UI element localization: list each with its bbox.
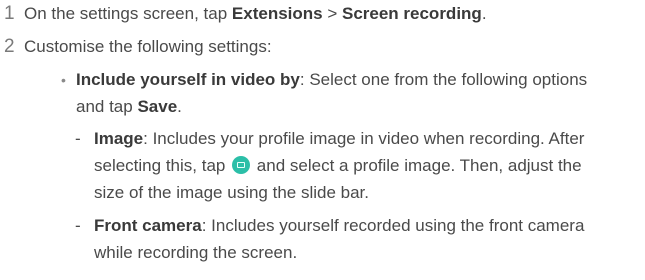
front-camera-title: Front camera	[94, 216, 202, 235]
image-title: Image	[94, 129, 144, 148]
save-label: Save	[137, 97, 178, 116]
step-number: 2	[4, 36, 15, 57]
dash-marker: -	[75, 129, 81, 148]
step-number: 1	[4, 3, 15, 24]
step-text: Customise the following settings:	[24, 37, 272, 56]
bullet-marker: •	[61, 72, 66, 88]
bullet-title: Include yourself in video by	[76, 70, 300, 89]
extensions-label: Extensions	[231, 4, 323, 23]
step-text: On the settings screen, tap Extensions >…	[24, 4, 487, 23]
dash-marker: -	[75, 216, 81, 235]
screen-recording-label: Screen recording	[341, 4, 482, 23]
camera-icon	[232, 156, 251, 174]
